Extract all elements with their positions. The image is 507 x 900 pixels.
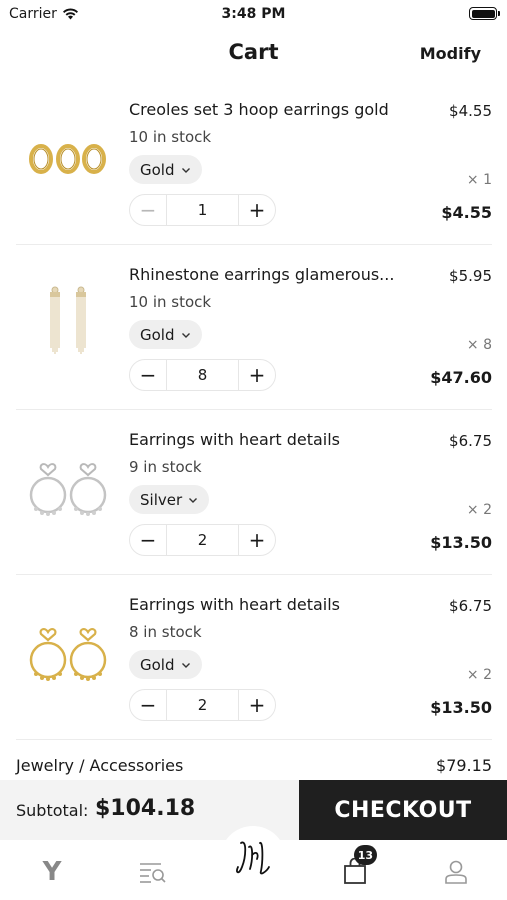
quantity-stepper: − 8 + bbox=[129, 359, 276, 391]
quantity-value[interactable]: 2 bbox=[167, 531, 238, 549]
line-total: $13.50 bbox=[430, 533, 492, 552]
tab-brand-logo[interactable] bbox=[220, 826, 286, 892]
quantity-value[interactable]: 2 bbox=[167, 696, 238, 714]
cart-item: Creoles set 3 hoop earrings gold 10 in s… bbox=[16, 80, 492, 245]
quantity-stepper: − 1 + bbox=[129, 194, 276, 226]
status-bar: Carrier 3:48 PM bbox=[0, 0, 507, 28]
increment-button[interactable]: + bbox=[238, 690, 275, 720]
decrement-button[interactable]: − bbox=[130, 525, 167, 555]
category-summary: Jewelry / Accessories $79.15 bbox=[16, 746, 492, 780]
quantity-stepper: − 2 + bbox=[129, 689, 276, 721]
clock: 3:48 PM bbox=[221, 6, 286, 22]
quantity-multiplier: × 8 bbox=[466, 337, 492, 353]
item-name[interactable]: Earrings with heart details bbox=[129, 595, 419, 614]
chevron-down-icon bbox=[181, 332, 190, 338]
unit-price: $4.55 bbox=[449, 102, 492, 120]
cart-list: Creoles set 3 hoop earrings gold 10 in s… bbox=[16, 80, 492, 740]
chevron-down-icon bbox=[181, 662, 190, 668]
gold-heart-earrings-icon[interactable] bbox=[18, 595, 118, 713]
variant-label: Silver bbox=[140, 490, 183, 509]
tab-home[interactable]: Y bbox=[32, 852, 72, 892]
quantity-value[interactable]: 8 bbox=[167, 366, 238, 384]
decrement-button[interactable]: − bbox=[130, 195, 167, 225]
variant-selector[interactable]: Silver bbox=[129, 485, 210, 514]
category-label: Jewelry / Accessories bbox=[16, 756, 184, 775]
decrement-button[interactable]: − bbox=[130, 690, 167, 720]
rhinestone-earrings-icon[interactable] bbox=[18, 265, 118, 383]
decrement-button[interactable]: − bbox=[130, 360, 167, 390]
item-name[interactable]: Creoles set 3 hoop earrings gold bbox=[129, 100, 419, 119]
line-total: $47.60 bbox=[430, 368, 492, 387]
tab-search[interactable] bbox=[132, 852, 172, 892]
item-stock: 10 in stock bbox=[129, 293, 212, 311]
item-stock: 10 in stock bbox=[129, 128, 212, 146]
checkout-button[interactable]: CHECKOUT bbox=[299, 780, 507, 840]
cart-item: Rhinestone earrings glamerous... 10 in s… bbox=[16, 245, 492, 410]
item-name[interactable]: Earrings with heart details bbox=[129, 430, 419, 449]
tab-cart[interactable]: 13 bbox=[335, 845, 377, 892]
line-total: $4.55 bbox=[441, 203, 492, 222]
subtotal-label: Subtotal: bbox=[16, 801, 89, 820]
search-list-icon bbox=[140, 863, 166, 883]
silver-heart-earrings-icon[interactable] bbox=[18, 430, 118, 548]
cart-item: Earrings with heart details 9 in stock S… bbox=[16, 410, 492, 575]
quantity-multiplier: × 1 bbox=[466, 172, 492, 188]
nav-bar: Cart Modify bbox=[0, 28, 507, 80]
variant-label: Gold bbox=[140, 325, 175, 344]
item-name[interactable]: Rhinestone earrings glamerous... bbox=[129, 265, 419, 284]
item-stock: 8 in stock bbox=[129, 623, 202, 641]
unit-price: $6.75 bbox=[449, 597, 492, 615]
variant-label: Gold bbox=[140, 160, 175, 179]
cart-count-badge: 13 bbox=[353, 845, 377, 865]
brand-logo-icon bbox=[236, 841, 270, 875]
unit-price: $6.75 bbox=[449, 432, 492, 450]
variant-selector[interactable]: Gold bbox=[129, 320, 202, 349]
variant-selector[interactable]: Gold bbox=[129, 650, 202, 679]
quantity-value[interactable]: 1 bbox=[167, 201, 238, 219]
brand-y-icon: Y bbox=[42, 857, 62, 887]
modify-button[interactable]: Modify bbox=[420, 44, 481, 63]
tab-bar: Y 13 bbox=[0, 826, 507, 900]
line-total: $13.50 bbox=[430, 698, 492, 717]
quantity-multiplier: × 2 bbox=[466, 667, 492, 683]
increment-button[interactable]: + bbox=[238, 360, 275, 390]
unit-price: $5.95 bbox=[449, 267, 492, 285]
category-total: $79.15 bbox=[436, 756, 492, 775]
user-icon bbox=[445, 860, 467, 884]
quantity-stepper: − 2 + bbox=[129, 524, 276, 556]
item-stock: 9 in stock bbox=[129, 458, 202, 476]
quantity-multiplier: × 2 bbox=[466, 502, 492, 518]
variant-label: Gold bbox=[140, 655, 175, 674]
subtotal-value: $104.18 bbox=[95, 796, 196, 821]
increment-button[interactable]: + bbox=[238, 195, 275, 225]
battery-icon bbox=[469, 7, 500, 20]
increment-button[interactable]: + bbox=[238, 525, 275, 555]
chevron-down-icon bbox=[189, 497, 198, 503]
tab-account[interactable] bbox=[436, 852, 476, 892]
chevron-down-icon bbox=[181, 167, 190, 173]
cart-item: Earrings with heart details 8 in stock G… bbox=[16, 575, 492, 740]
variant-selector[interactable]: Gold bbox=[129, 155, 202, 184]
gold-hoop-earrings-icon[interactable] bbox=[18, 100, 118, 218]
